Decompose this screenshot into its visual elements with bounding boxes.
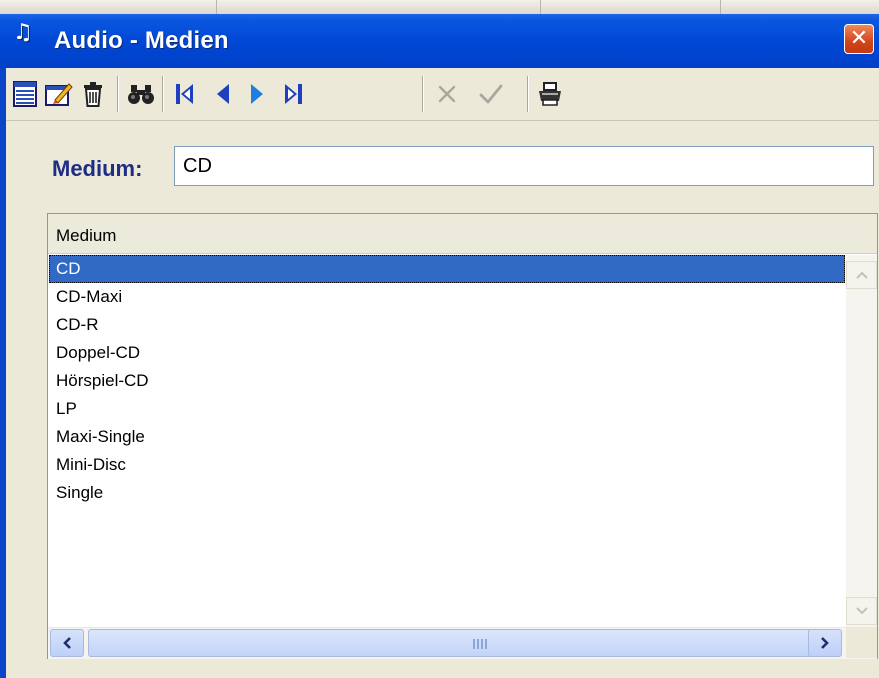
window-titlebar[interactable]: ♫ Audio - Medien ✕	[0, 0, 879, 78]
chevron-left-icon	[63, 637, 71, 649]
window-title: Audio - Medien	[54, 27, 229, 54]
scroll-left-button[interactable]	[50, 629, 84, 657]
chevron-down-icon	[855, 607, 868, 615]
window-left-border	[0, 120, 6, 678]
scroll-down-button[interactable]	[846, 597, 877, 625]
print-button[interactable]	[533, 76, 567, 112]
scrollbar-corner	[846, 627, 877, 658]
checkmark-icon	[479, 84, 503, 104]
scroll-up-button[interactable]	[846, 261, 877, 289]
first-icon	[176, 84, 193, 104]
chevron-right-icon	[821, 637, 829, 649]
edit-record-button[interactable]	[42, 76, 76, 112]
scroll-right-button[interactable]	[808, 629, 842, 657]
medium-list[interactable]: Medium CD CD-Maxi CD-R Doppel-CD Hörspie…	[47, 213, 878, 659]
medium-label: Medium:	[52, 156, 143, 181]
trash-icon	[84, 82, 102, 107]
list-item[interactable]: Single	[49, 479, 845, 507]
close-button[interactable]: ✕	[844, 24, 874, 54]
list-item[interactable]: CD-Maxi	[49, 283, 845, 311]
list-item[interactable]: Doppel-CD	[49, 339, 845, 367]
first-record-button[interactable]	[168, 76, 202, 112]
delete-record-button[interactable]	[76, 76, 110, 112]
previous-record-button[interactable]	[206, 76, 240, 112]
list-view-button[interactable]	[8, 76, 42, 112]
title-top-strip	[0, 0, 879, 14]
confirm-button[interactable]	[474, 76, 508, 112]
last-icon	[285, 84, 302, 104]
column-header-label: Medium	[56, 226, 117, 245]
vertical-scrollbar[interactable]	[846, 255, 877, 627]
search-button[interactable]	[124, 76, 158, 112]
music-note-icon: ♫	[13, 20, 33, 45]
horizontal-scrollbar[interactable]	[48, 627, 877, 659]
cancel-x-icon	[438, 85, 456, 103]
list-rows: CD CD-Maxi CD-R Doppel-CD Hörspiel-CD LP…	[49, 255, 845, 507]
cancel-button[interactable]	[430, 76, 464, 112]
close-x-icon: ✕	[849, 26, 869, 51]
list-item[interactable]: LP	[49, 395, 845, 423]
next-record-button[interactable]	[240, 76, 274, 112]
edit-icon	[45, 83, 73, 106]
previous-icon	[217, 84, 229, 104]
binoculars-icon	[128, 85, 154, 104]
list-item[interactable]: Mini-Disc	[49, 451, 845, 479]
list-item[interactable]: CD-R	[49, 311, 845, 339]
chevron-up-icon	[855, 271, 868, 279]
list-icon	[13, 81, 37, 107]
horizontal-scroll-thumb[interactable]	[88, 629, 840, 657]
last-record-button[interactable]	[276, 76, 310, 112]
column-header-medium[interactable]: Medium	[48, 214, 877, 254]
medium-field[interactable]	[174, 146, 874, 186]
next-icon	[251, 84, 263, 104]
scroll-thumb-grip	[473, 639, 487, 649]
list-item[interactable]: Hörspiel-CD	[49, 367, 845, 395]
list-item[interactable]: CD	[49, 255, 845, 283]
printer-icon	[539, 82, 561, 106]
toolbar	[0, 68, 879, 121]
list-item[interactable]: Maxi-Single	[49, 423, 845, 451]
